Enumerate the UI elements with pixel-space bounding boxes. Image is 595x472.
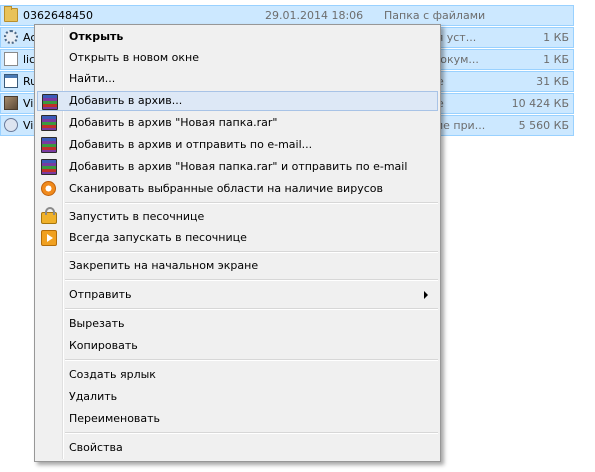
menu-separator	[65, 279, 438, 281]
menu-separator	[65, 308, 438, 310]
antivirus-icon	[41, 181, 56, 196]
application-icon	[4, 74, 18, 88]
menu-item-add-and-email[interactable]: Добавить в архив и отправить по e-mail..…	[37, 135, 438, 155]
sandbox-play-icon	[41, 230, 57, 246]
menu-item-pin-to-start[interactable]: Закрепить на начальном экране	[37, 256, 438, 276]
file-size: 1 КБ	[543, 31, 569, 44]
menu-item-label: Добавить в архив и отправить по e-mail..…	[69, 138, 313, 151]
menu-item-properties[interactable]: Свойства	[37, 438, 438, 458]
menu-item-label: Переименовать	[69, 412, 161, 425]
menu-item-label: Запустить в песочнице	[69, 210, 205, 223]
sandbox-lock-icon	[41, 207, 57, 224]
menu-item-cut[interactable]: Вырезать	[37, 314, 438, 334]
gear-file-icon	[4, 30, 18, 44]
menu-item-label: Открыть в новом окне	[69, 51, 200, 64]
image-file-icon	[4, 96, 18, 110]
menu-item-find[interactable]: Найти...	[37, 69, 438, 89]
menu-item-label: Найти...	[69, 72, 116, 85]
chevron-right-icon	[424, 291, 428, 299]
file-size: 10 424 КБ	[511, 97, 569, 110]
menu-separator	[65, 202, 438, 204]
winrar-icon	[41, 137, 57, 153]
menu-item-label: Удалить	[69, 390, 118, 403]
menu-item-label: Создать ярлык	[69, 368, 156, 381]
menu-item-rename[interactable]: Переименовать	[37, 409, 438, 429]
winrar-icon	[42, 94, 58, 110]
menu-separator	[65, 359, 438, 361]
menu-separator	[65, 251, 438, 253]
menu-item-label: Открыть	[69, 30, 124, 43]
menu-item-add-to-archive[interactable]: Добавить в архив...	[37, 91, 438, 111]
menu-item-label: Закрепить на начальном экране	[69, 259, 259, 272]
menu-item-add-to-rar[interactable]: Добавить в архив "Новая папка.rar"	[37, 113, 438, 133]
menu-item-add-rar-and-email[interactable]: Добавить в архив "Новая папка.rar" и отп…	[37, 157, 438, 177]
menu-item-label: Всегда запускать в песочнице	[69, 231, 247, 244]
document-icon	[4, 52, 18, 66]
menu-item-send-to[interactable]: Отправить	[37, 285, 438, 305]
context-menu: Открыть Открыть в новом окне Найти... До…	[34, 24, 441, 462]
menu-item-always-sandbox[interactable]: Всегда запускать в песочнице	[37, 228, 438, 248]
menu-item-label: Добавить в архив "Новая папка.rar" и отп…	[69, 160, 408, 173]
menu-item-label: Копировать	[69, 339, 138, 352]
menu-item-open[interactable]: Открыть	[37, 27, 438, 47]
folder-icon	[4, 6, 18, 22]
file-size: 31 КБ	[536, 75, 569, 88]
menu-item-virus-scan[interactable]: Сканировать выбранные области на наличие…	[37, 179, 438, 199]
menu-item-run-in-sandbox[interactable]: Запустить в песочнице	[37, 207, 438, 227]
setup-icon	[4, 118, 18, 132]
menu-item-label: Вырезать	[69, 317, 125, 330]
file-date: 29.01.2014 18:06	[265, 9, 364, 22]
menu-item-create-shortcut[interactable]: Создать ярлык	[37, 365, 438, 385]
menu-item-delete[interactable]: Удалить	[37, 387, 438, 407]
winrar-icon	[41, 115, 57, 131]
file-size: 5 560 КБ	[518, 119, 569, 132]
menu-item-label: Свойства	[69, 441, 123, 454]
menu-separator	[65, 432, 438, 434]
file-name: Vi	[23, 119, 34, 132]
file-size: 1 КБ	[543, 53, 569, 66]
menu-item-open-new-window[interactable]: Открыть в новом окне	[37, 48, 438, 68]
menu-item-label: Сканировать выбранные области на наличие…	[69, 182, 383, 195]
menu-item-copy[interactable]: Копировать	[37, 336, 438, 356]
file-type: Папка с файлами	[384, 9, 486, 22]
menu-item-label: Добавить в архив...	[69, 94, 183, 107]
file-name: 0362648450	[23, 9, 93, 22]
menu-item-label: Добавить в архив "Новая папка.rar"	[69, 116, 278, 129]
file-name: Vi	[23, 97, 34, 110]
menu-item-label: Отправить	[69, 288, 132, 301]
winrar-icon	[41, 159, 57, 175]
file-row-folder[interactable]: 0362648450 29.01.2014 18:06 Папка с файл…	[0, 5, 574, 26]
